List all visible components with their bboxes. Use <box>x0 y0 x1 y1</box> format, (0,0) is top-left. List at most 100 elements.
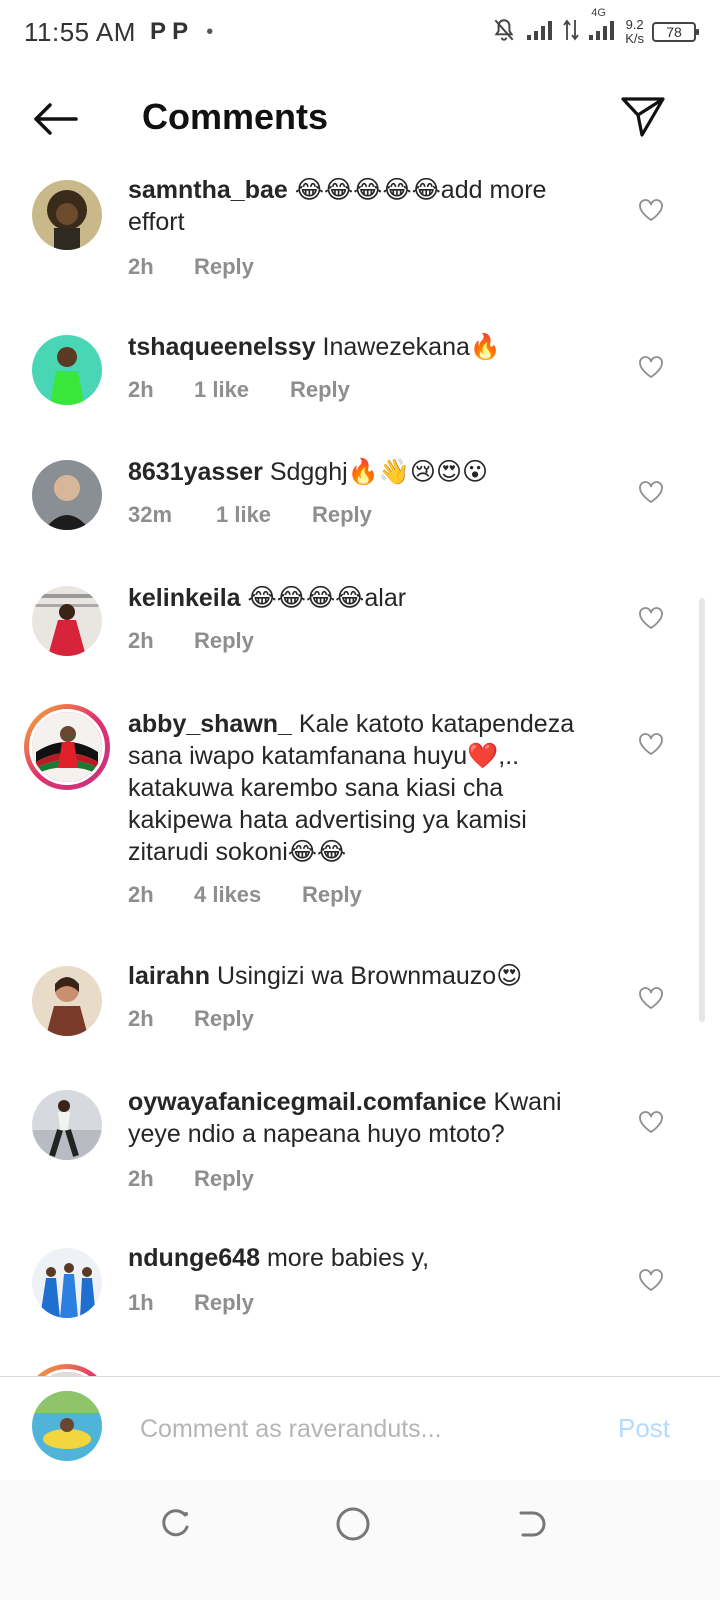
recent-apps-button[interactable] <box>152 1500 200 1548</box>
avatar-story-ring[interactable] <box>24 1364 110 1376</box>
avatar[interactable] <box>32 335 102 405</box>
comment-time: 2h <box>128 628 154 653</box>
comment-username[interactable]: lairahn <box>128 962 210 990</box>
like-heart-icon[interactable] <box>638 1110 664 1134</box>
comment-text: lairahn Usingizi wa Brownmauzo😍 <box>128 960 608 992</box>
like-count[interactable]: 4 likes <box>194 882 302 908</box>
page-title: Comments <box>142 96 329 137</box>
comment-time: 2h <box>128 1166 154 1191</box>
like-heart-icon[interactable] <box>638 480 664 504</box>
system-nav-bar <box>0 1480 720 1600</box>
comment-username[interactable]: samntha_bae <box>128 176 288 204</box>
status-bar: 11:55 AM P P • 4G 9.2 K/s 78 <box>0 0 720 64</box>
comment-text: oywayafanicegmail.comfanice Kwani yeye n… <box>128 1086 608 1150</box>
reply-button[interactable]: Reply <box>302 882 362 908</box>
comment-time: 32m <box>128 502 173 527</box>
back-nav-icon <box>519 1511 546 1537</box>
avatar[interactable] <box>32 1090 102 1160</box>
comment-body: Usingizi wa Brownmauzo😍 <box>216 962 523 990</box>
avatar[interactable] <box>32 1248 102 1318</box>
comment-text: abby_shawn_ Kale katoto katapendeza sana… <box>128 708 608 868</box>
comment-username[interactable]: ndunge648 <box>128 1244 260 1272</box>
post-button[interactable]: Post <box>618 1413 670 1444</box>
reply-button[interactable]: Reply <box>194 628 254 654</box>
scrollbar[interactable] <box>699 598 705 1022</box>
avatar[interactable] <box>32 180 102 250</box>
comment-meta: 32m 1 like Reply <box>128 502 372 528</box>
comment-meta: 2h Reply <box>128 628 254 654</box>
comment-text: samntha_bae 😂😂😂😂😂add more effort <box>128 174 608 238</box>
mute-icon <box>491 17 517 48</box>
reply-button[interactable]: Reply <box>194 254 254 280</box>
comment-time: 2h <box>128 1006 154 1031</box>
battery-level: 78 <box>666 24 682 40</box>
battery-icon: 78 <box>652 22 699 42</box>
my-avatar[interactable] <box>32 1391 102 1461</box>
speed-value: 9.2 <box>625 17 644 32</box>
reply-button[interactable]: Reply <box>290 377 350 403</box>
share-button[interactable] <box>618 92 668 142</box>
network-type: 4G <box>591 6 606 19</box>
back-nav-button[interactable] <box>506 1500 554 1548</box>
reply-button[interactable]: Reply <box>194 1166 254 1192</box>
like-heart-icon[interactable] <box>638 606 664 630</box>
like-heart-icon[interactable] <box>638 198 664 222</box>
comment-meta: 2h Reply <box>128 1006 254 1032</box>
home-circle-icon <box>336 1507 370 1541</box>
like-heart-icon[interactable] <box>638 986 664 1010</box>
comment-time: 2h <box>128 377 154 402</box>
comment-text: ndunge648 more babies y, <box>128 1242 608 1274</box>
avatar[interactable] <box>32 966 102 1036</box>
back-button[interactable] <box>30 96 80 142</box>
comment-meta: 2h 4 likes Reply <box>128 882 362 908</box>
signal-4g-icon: 4G <box>587 7 617 46</box>
avatar <box>29 709 105 785</box>
comment-list[interactable]: samntha_bae 😂😂😂😂😂add more effort 2h Repl… <box>0 160 720 1376</box>
comment-username[interactable]: kelinkeila <box>128 584 241 612</box>
avatar[interactable] <box>32 586 102 656</box>
comment-input[interactable] <box>140 1407 560 1451</box>
avatar-story-ring[interactable] <box>24 704 110 790</box>
comment-body: Inawezekana🔥 <box>322 333 502 361</box>
reply-button[interactable]: Reply <box>194 1006 254 1032</box>
like-heart-icon[interactable] <box>638 355 664 379</box>
back-arrow-icon <box>34 103 78 135</box>
home-button[interactable] <box>329 1500 377 1548</box>
status-right: 4G 9.2 K/s 78 <box>491 7 699 48</box>
recent-apps-icon <box>162 1509 189 1537</box>
speed-unit: K/s <box>625 31 644 46</box>
comment-text: tshaqueenelssy Inawezekana🔥 <box>128 331 608 363</box>
signal-icon <box>525 19 555 46</box>
comment-text: kelinkeila 😂😂😂😂alar <box>128 582 608 614</box>
comment-time: 2h <box>128 882 154 907</box>
comment-meta: 2h Reply <box>128 1166 254 1192</box>
avatar[interactable] <box>32 460 102 530</box>
notification-icons: P P <box>149 18 189 45</box>
more-notifications-dot: • <box>206 20 214 43</box>
reply-button[interactable]: Reply <box>194 1290 254 1316</box>
reply-button[interactable]: Reply <box>312 502 372 528</box>
data-arrows-icon <box>563 18 579 47</box>
like-count[interactable]: 1 like <box>194 377 290 403</box>
status-time: 11:55 AM <box>24 16 136 47</box>
comment-body: more babies y, <box>266 1244 430 1272</box>
header: Comments <box>0 78 720 160</box>
comment-username[interactable]: 8631yasser <box>128 458 263 486</box>
like-heart-icon[interactable] <box>638 1268 664 1292</box>
comment-username[interactable]: tshaqueenelssy <box>128 333 316 361</box>
comment-time: 1h <box>128 1290 154 1315</box>
comment-body: Sdgghj🔥👋😢😍😮 <box>269 458 489 486</box>
comment-meta: 2h Reply <box>128 254 254 280</box>
like-heart-icon[interactable] <box>638 732 664 756</box>
comment-meta: 1h Reply <box>128 1290 254 1316</box>
like-count[interactable]: 1 like <box>216 502 312 528</box>
comment-time: 2h <box>128 254 154 279</box>
comment-body: 😂😂😂😂alar <box>247 584 407 612</box>
comment-text: 8631yasser Sdgghj🔥👋😢😍😮 <box>128 456 608 488</box>
comment-meta: 2h 1 like Reply <box>128 377 350 403</box>
comment-username[interactable]: abby_shawn_ <box>128 710 292 738</box>
avatar <box>29 1369 105 1376</box>
comment-composer: Post <box>0 1376 720 1480</box>
network-speed: 9.2 K/s <box>625 18 644 46</box>
comment-username[interactable]: oywayafanicegmail.comfanice <box>128 1088 486 1116</box>
